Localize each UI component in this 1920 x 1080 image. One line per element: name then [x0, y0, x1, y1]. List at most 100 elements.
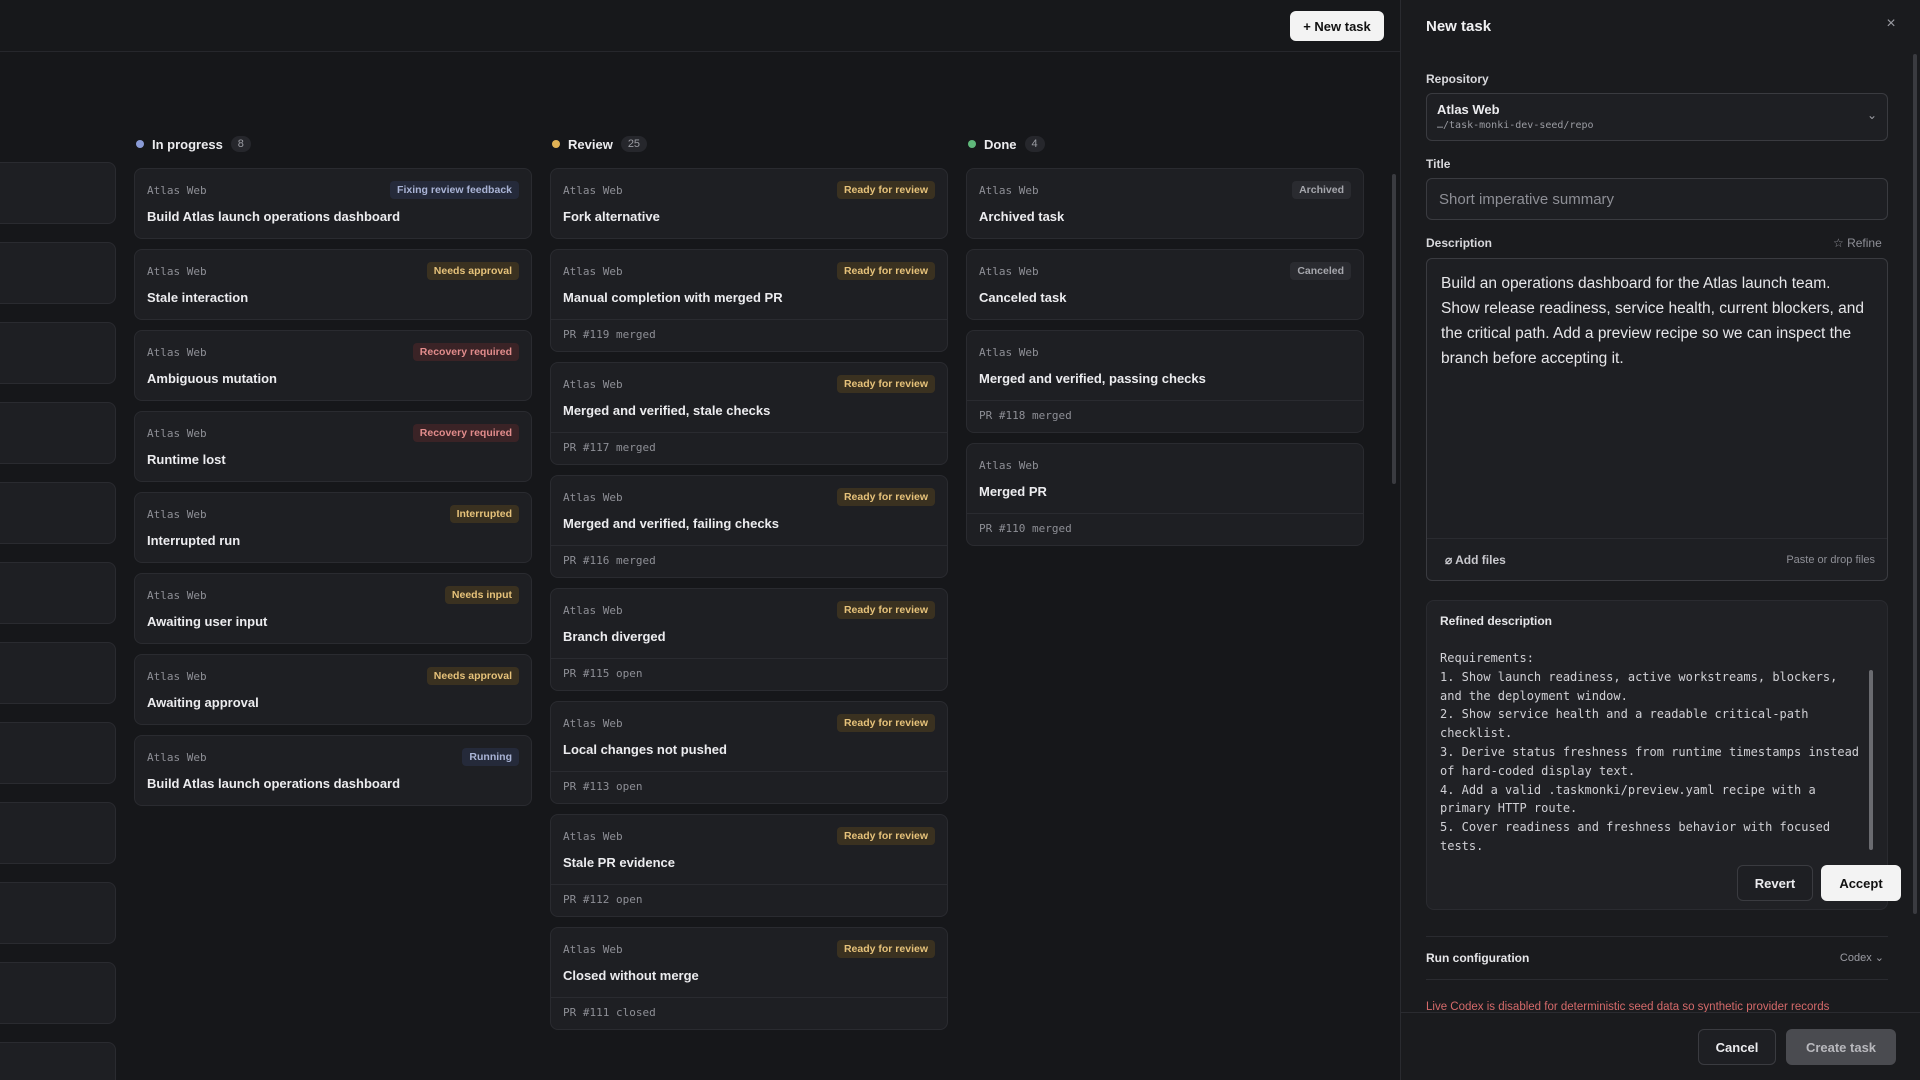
card-repo: Atlas Web — [147, 264, 207, 278]
card-pr-status: PR #113 open — [551, 771, 947, 803]
repository-label: Repository — [1426, 72, 1489, 86]
board-scrollbar[interactable] — [1392, 174, 1396, 484]
column-title: Review — [568, 136, 613, 152]
accept-button[interactable]: Accept — [1821, 865, 1901, 901]
run-configuration-label: Run configuration — [1426, 951, 1530, 965]
card-title: Stale PR evidence — [563, 855, 675, 870]
run-configuration-row[interactable]: Run configuration Codex ⌄ — [1426, 936, 1888, 980]
status-badge: Fixing review feedback — [390, 181, 519, 199]
card-title: Awaiting approval — [147, 695, 259, 710]
repository-path: …/task-monki-dev-seed/repo — [1437, 120, 1594, 131]
card-partial[interactable] — [0, 562, 116, 624]
repository-name: Atlas Web — [1437, 102, 1500, 117]
cancel-button[interactable]: Cancel — [1698, 1029, 1776, 1065]
description-field[interactable]: Build an operations dashboard for the At… — [1426, 258, 1888, 581]
revert-button[interactable]: Revert — [1737, 865, 1813, 901]
column-title: Done — [984, 136, 1017, 152]
card-title: Interrupted run — [147, 533, 241, 548]
task-card[interactable]: Atlas Web Ready for review Merged and veri… — [550, 475, 948, 578]
task-card[interactable]: Atlas Web Running Build Atlas launch opera… — [134, 735, 532, 806]
card-repo: Atlas Web — [563, 603, 623, 617]
card-title: Archived task — [979, 209, 1065, 224]
card-pr-status: PR #118 merged — [967, 400, 1363, 432]
column-in-progress: In progress 8 Atlas Web Fixing review feedb… — [134, 130, 532, 816]
card-partial[interactable] — [0, 802, 116, 864]
close-icon[interactable]: × — [1881, 14, 1901, 34]
card-pr-status: PR #111 closed — [551, 997, 947, 1029]
task-card[interactable]: Atlas Web Needs approval Awaiting approval — [134, 654, 532, 725]
task-card[interactable]: Atlas Web Fixing review feedback Build Atl… — [134, 168, 532, 239]
card-repo: Atlas Web — [979, 264, 1039, 278]
status-badge: Needs approval — [426, 667, 519, 685]
refined-scrollbar[interactable] — [1869, 670, 1873, 850]
new-task-button[interactable]: + New task — [1290, 11, 1384, 41]
card-repo: Atlas Web — [147, 345, 207, 359]
task-card[interactable]: Atlas Web Ready for review Branch diverged… — [550, 588, 948, 691]
title-input[interactable] — [1426, 178, 1888, 220]
task-card[interactable]: Atlas Web Recovery required Runtime lost — [134, 411, 532, 482]
task-card[interactable]: Atlas Web Merged and verified, passing ch… — [966, 330, 1364, 433]
run-configuration-select[interactable]: Codex ⌄ — [1840, 951, 1884, 964]
card-repo: Atlas Web — [147, 507, 207, 521]
card-partial[interactable] — [0, 642, 116, 704]
card-partial[interactable] — [0, 962, 116, 1024]
card-title: Build Atlas launch operations dashboard — [147, 776, 401, 791]
status-badge: Needs approval — [426, 262, 519, 280]
status-badge: Running — [462, 748, 519, 766]
card-partial[interactable] — [0, 402, 116, 464]
card-repo: Atlas Web — [563, 377, 623, 391]
card-partial[interactable] — [0, 162, 116, 224]
status-badge: Archived — [1292, 181, 1351, 199]
task-card[interactable]: Atlas Web Archived Archived task — [966, 168, 1364, 239]
new-task-panel: New task × Repository Atlas Web …/task-m… — [1400, 0, 1920, 1080]
repository-select[interactable]: Atlas Web …/task-monki-dev-seed/repo ⌄ — [1426, 93, 1888, 141]
card-repo: Atlas Web — [563, 264, 623, 278]
card-title: Build Atlas launch operations dashboard — [147, 209, 401, 224]
card-title: Merged and verified, stale checks — [563, 403, 771, 418]
status-badge: Needs input — [444, 586, 519, 604]
status-badge: Interrupted — [449, 505, 519, 523]
panel-title: New task — [1426, 18, 1492, 35]
task-card[interactable]: Atlas Web Ready for review Closed without … — [550, 927, 948, 1030]
column-count: 4 — [1024, 136, 1045, 152]
task-card[interactable]: Atlas Web Ready for review Stale PR eviden… — [550, 814, 948, 917]
column-title: In progress — [152, 136, 223, 152]
status-badge: Recovery required — [412, 343, 519, 361]
status-badge: Ready for review — [836, 181, 935, 199]
card-partial[interactable] — [0, 1042, 116, 1080]
task-card[interactable]: Atlas Web Ready for review Local changes n… — [550, 701, 948, 804]
task-card[interactable]: Atlas Web Canceled Canceled task — [966, 249, 1364, 320]
card-partial[interactable] — [0, 722, 116, 784]
add-files-button[interactable]: ⌀ Add files — [1445, 553, 1506, 567]
card-partial[interactable] — [0, 482, 116, 544]
task-card[interactable]: Atlas Web Needs approval Stale interaction — [134, 249, 532, 320]
description-text[interactable]: Build an operations dashboard for the At… — [1427, 259, 1887, 539]
card-partial[interactable] — [0, 242, 116, 304]
refine-button[interactable]: ☆ Refine — [1833, 236, 1882, 250]
top-bar: + New task — [0, 0, 1400, 52]
create-task-button[interactable]: Create task — [1786, 1029, 1896, 1065]
panel-footer: Cancel Create task — [1401, 1012, 1920, 1080]
card-partial[interactable] — [0, 322, 116, 384]
status-badge: Ready for review — [836, 262, 935, 280]
kanban-board: In progress 8 Atlas Web Fixing review feedb… — [0, 52, 1400, 1080]
card-title: Local changes not pushed — [563, 742, 727, 757]
task-card[interactable]: Atlas Web Ready for review Manual completi… — [550, 249, 948, 352]
panel-scrollbar[interactable] — [1913, 54, 1917, 914]
task-card[interactable]: Atlas Web Needs input Awaiting user input — [134, 573, 532, 644]
status-badge: Canceled — [1290, 262, 1351, 280]
card-repo: Atlas Web — [563, 716, 623, 730]
status-badge: Ready for review — [836, 375, 935, 393]
task-card[interactable]: Atlas Web Ready for review Merged and veri… — [550, 362, 948, 465]
status-badge: Ready for review — [836, 827, 935, 845]
card-partial[interactable] — [0, 882, 116, 944]
task-card[interactable]: Atlas Web Recovery required Ambiguous muta… — [134, 330, 532, 401]
task-card[interactable]: Atlas Web Interrupted Interrupted run — [134, 492, 532, 563]
card-repo: Atlas Web — [147, 588, 207, 602]
card-title: Merged and verified, failing checks — [563, 516, 780, 531]
column-header: Done 4 — [966, 130, 1364, 158]
task-card[interactable]: Atlas Web Ready for review Fork alternativ… — [550, 168, 948, 239]
task-card[interactable]: Atlas Web Merged PR PR #110 merged — [966, 443, 1364, 546]
description-footer: ⌀ Add files Paste or drop files — [1427, 538, 1887, 580]
title-label: Title — [1426, 157, 1451, 171]
